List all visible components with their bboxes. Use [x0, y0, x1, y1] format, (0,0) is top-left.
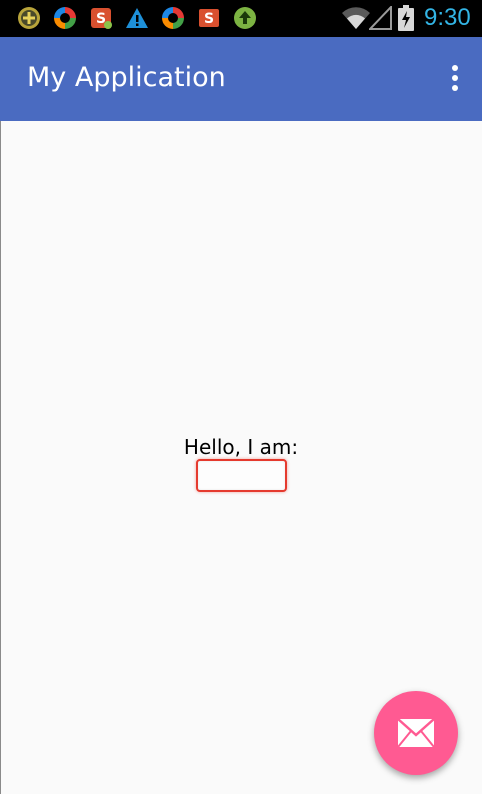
warning-icon — [126, 8, 148, 28]
app-s-icon: S — [199, 9, 219, 27]
overflow-menu-dot — [452, 75, 458, 81]
overflow-menu-icon[interactable] — [443, 63, 467, 93]
wifi-icon — [342, 7, 370, 30]
status-time: 9:30 — [424, 4, 471, 31]
greeting-label: Hello, I am: — [183, 435, 299, 459]
sync-icon — [54, 7, 76, 29]
overflow-menu-dot — [452, 65, 458, 71]
overflow-menu-dot — [452, 85, 458, 91]
name-input[interactable] — [196, 459, 287, 492]
upload-icon — [234, 7, 256, 29]
cell-signal-icon — [369, 6, 392, 30]
sync-icon — [162, 7, 184, 29]
app-title: My Application — [27, 62, 226, 93]
status-bar: S S 9:30 — [0, 0, 482, 37]
app-s-icon: S — [91, 8, 112, 29]
battery-charging-icon — [398, 5, 414, 31]
email-icon — [397, 718, 435, 748]
battery-saver-icon — [18, 7, 40, 29]
app-toolbar: My Application — [0, 37, 482, 121]
svg-text:S: S — [204, 11, 214, 27]
email-fab-button[interactable] — [374, 691, 458, 775]
